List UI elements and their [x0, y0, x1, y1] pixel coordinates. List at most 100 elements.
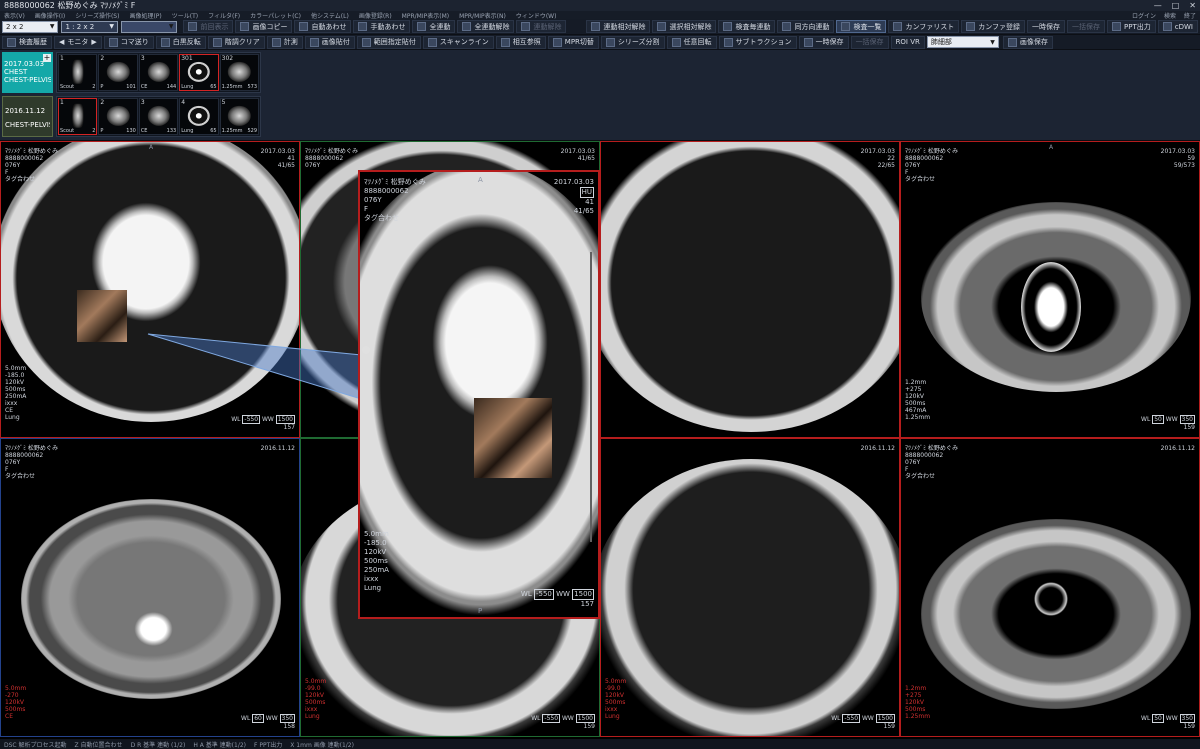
chevron-down-icon: ▼	[168, 23, 174, 30]
series-thumb-selected[interactable]: 1 Scout 2	[58, 98, 98, 135]
viewport-7[interactable]: 2016.11.12 5.0mm -99.0 120kV 500ms ixxx …	[600, 438, 900, 737]
frame-advance-button[interactable]: コマ送り	[103, 35, 154, 49]
study-tile-2016-11-12[interactable]: 2016.11.12 CHEST-PELVIS C	[2, 96, 53, 137]
scan-params-overlay: 5.0mm -99.0 120kV 500ms ixxx Lung	[305, 678, 327, 720]
viewport-5[interactable]: ﾏﾂﾉﾒｸﾞﾐ 松野めぐみ 8888000062 076Y F タグ合わせ 20…	[0, 438, 300, 737]
rotate-button[interactable]: 任意回転	[666, 35, 717, 49]
copy-icon	[240, 22, 250, 31]
minimize-button[interactable]: —	[1154, 1, 1162, 10]
unlink-icon	[462, 22, 472, 31]
scout-image	[72, 59, 84, 85]
crossref-icon	[500, 37, 510, 47]
ct-image	[228, 61, 251, 82]
series-thumb[interactable]: 2 P 101	[98, 54, 138, 91]
ppt-export-button[interactable]: PPT出力	[1107, 20, 1156, 33]
measure-button[interactable]: 計測	[266, 35, 303, 49]
window-level-overlay: WL 60 WW 350 158	[241, 714, 295, 730]
monitor-button[interactable]: ◀ モニタ ▶	[54, 35, 102, 49]
relative-unlink-button[interactable]: 連動相対解除	[586, 20, 651, 33]
layout-select-2[interactable]: 1 : 2 x 2 ▼	[61, 20, 118, 33]
chevron-right-icon: ▶	[91, 38, 97, 46]
viewport-8[interactable]: ﾏﾂﾉﾒｸﾞﾐ 松野めぐみ 8888000062 076Y F タグ合わせ 20…	[900, 438, 1200, 737]
invert-button[interactable]: 白黒反転	[155, 35, 206, 49]
auto-align-button[interactable]: 自動あわせ	[294, 20, 352, 33]
tool-toolbar: 検査履歴 ◀ モニタ ▶ コマ送り 白黒反転 階調クリア 計測 画像貼付 範囲指定貼…	[0, 35, 1200, 50]
previous-display-button[interactable]: 前回表示	[183, 20, 234, 33]
temp-save-button-2[interactable]: 一時保存	[798, 35, 849, 49]
study-tile-2017-03-03[interactable]: + 2017.03.03 CHEST CHEST-PELVIS C	[2, 52, 53, 93]
selected-relative-unlink-button[interactable]: 選択相対解除	[652, 20, 717, 33]
ct-image	[106, 105, 130, 126]
trachea-region	[1031, 579, 1071, 619]
conference-list-button[interactable]: カンファリスト	[888, 20, 960, 33]
ruler-icon	[271, 37, 281, 47]
study-info-overlay: 2017.03.03 41 41/65	[260, 148, 295, 169]
series-thumb[interactable]: 4 Lung 65	[179, 98, 219, 135]
layout-select-1[interactable]: 2 x 2 ▼	[2, 20, 59, 33]
series-split-button[interactable]: シリーズ分割	[600, 35, 665, 49]
series-thumb[interactable]: 5 1.25mm 529	[219, 98, 260, 135]
status-item: DSC 解析プロセス起動	[4, 741, 67, 749]
save-icon	[803, 37, 813, 47]
scan-params-overlay: 5.0mm -185.0 120kV 500ms 250mA ixxx Lung	[364, 530, 389, 592]
patient-info-overlay: ﾏﾂﾉﾒｸﾞﾐ 松野めぐみ 8888000062 076Y F タグ合わせ	[5, 148, 59, 183]
manual-align-button[interactable]: 手動あわせ	[353, 20, 411, 33]
image-paste-button[interactable]: 画像貼付	[304, 35, 355, 49]
ct-image	[147, 105, 170, 126]
cross-reference-button[interactable]: 相互参照	[495, 35, 546, 49]
status-item: D R 基準 連動 (1/2)	[130, 741, 186, 749]
patient-info-overlay: ﾏﾂﾉﾒｸﾞﾐ 松野めぐみ 8888000062 076Y	[305, 148, 359, 169]
pin-icon[interactable]: +	[43, 54, 51, 62]
scanline-icon	[427, 37, 437, 47]
unlink-icon	[521, 22, 531, 31]
bulk-save-button[interactable]: 一括保存	[1067, 20, 1106, 33]
mpr-toggle-button[interactable]: MPR切替	[547, 35, 599, 49]
window-level-overlay: WL -550 WW 1500 157	[520, 589, 594, 608]
lung-image	[187, 61, 211, 82]
vertebra-region	[131, 609, 176, 649]
register-icon	[966, 22, 976, 31]
study-history-button[interactable]: 検査履歴	[2, 35, 52, 49]
scanline-button[interactable]: スキャンライン	[422, 35, 494, 49]
study-date: 2016.11.12	[5, 107, 46, 115]
range-paste-button[interactable]: 範囲指定貼付	[356, 35, 421, 49]
viewport-3[interactable]: 2017.03.03 22 22/65	[600, 141, 900, 438]
viewport-4[interactable]: A ﾏﾂﾉﾒｸﾞﾐ 松野めぐみ 8888000062 076Y F タグ合わせ …	[900, 141, 1200, 438]
series-thumb[interactable]: 302 1.25mm 573	[219, 54, 260, 91]
patient-info-overlay: ﾏﾂﾉﾒｸﾞﾐ 松野めぐみ 8888000062 076Y F タグ合わせ	[905, 148, 959, 183]
series-thumb[interactable]: 3 CE 144	[138, 54, 179, 91]
cdwi-button[interactable]: cDWI	[1157, 20, 1198, 33]
temp-save-button[interactable]: 一時保存	[1027, 20, 1066, 33]
menu-bar: 表示(V) 画像操作(I) シリーズ操作(S) 画像処理(P) ツール(T) フ…	[0, 11, 1200, 20]
layout-select-3[interactable]: ▼	[120, 20, 178, 33]
subtraction-button[interactable]: サブトラクション	[718, 35, 797, 49]
unlink-button[interactable]: 連動解除	[516, 20, 567, 33]
same-direction-link-button[interactable]: 同方向連動	[777, 20, 835, 33]
orientation-marker-bottom: P	[478, 607, 483, 615]
bulk-save-button-2[interactable]: 一括保存	[850, 35, 889, 49]
image-save-button[interactable]: 画像保存	[1002, 35, 1053, 49]
conference-register-button[interactable]: カンファ登録	[961, 20, 1026, 33]
series-thumb[interactable]: 1 Scout 2	[58, 54, 98, 91]
per-study-link-button[interactable]: 検査毎連動	[718, 20, 776, 33]
patient-info-overlay: ﾏﾂﾉﾒｸﾞﾐ 松野めぐみ 8888000062 076Y F タグ合わせ	[5, 445, 59, 480]
all-link-button[interactable]: 全連動	[412, 20, 456, 33]
image-copy-button[interactable]: 画像コピー	[235, 20, 293, 33]
slice-scrollbar[interactable]	[590, 252, 592, 542]
align-icon	[299, 22, 309, 31]
series-thumb[interactable]: 2 P 130	[98, 98, 138, 135]
roi-vr-button[interactable]: ROI VR	[890, 35, 925, 49]
series-thumb-selected[interactable]: 301 Lung 65	[179, 54, 219, 91]
maximize-button[interactable]: □	[1172, 1, 1180, 10]
study-list-button[interactable]: 検査一覧	[836, 20, 887, 33]
close-button[interactable]: ✕	[1189, 1, 1196, 10]
study-body-part: CHEST	[4, 68, 28, 76]
contrast-icon	[212, 37, 222, 47]
status-item: F PPT出力	[254, 741, 283, 749]
window-level-overlay: WL -550 WW 1500 159	[831, 714, 895, 730]
filter-select[interactable]: 肺細部 ▼	[926, 36, 999, 48]
series-thumb[interactable]: 3 CE 133	[138, 98, 179, 135]
window-clear-button[interactable]: 階調クリア	[207, 35, 265, 49]
magnified-viewport[interactable]: A P ﾏﾂﾉﾒｸﾞﾐ 松野めぐみ 8888000062 076Y F タグ合わ…	[358, 170, 600, 619]
all-unlink-button[interactable]: 全連動解除	[457, 20, 515, 33]
